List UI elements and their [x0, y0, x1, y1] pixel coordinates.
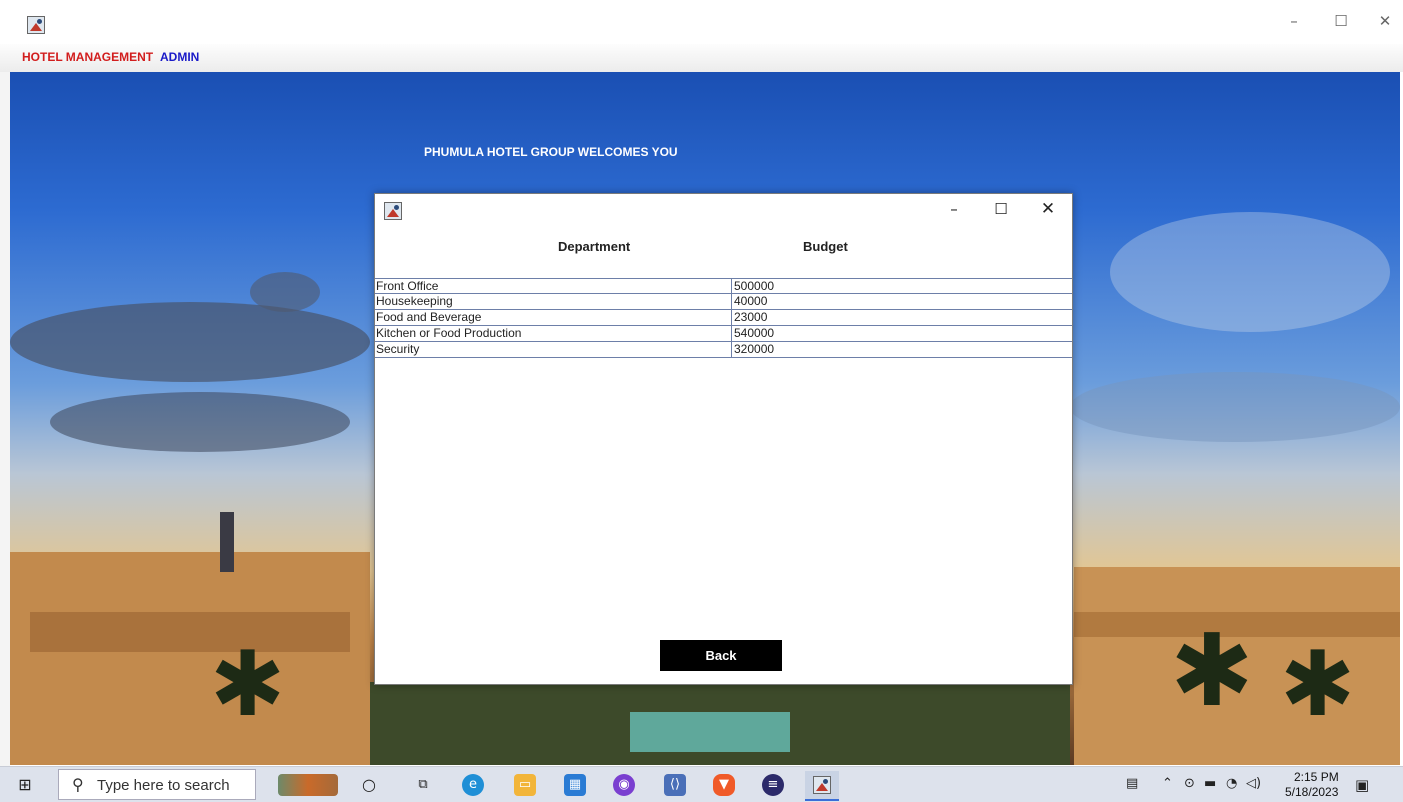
column-header-department[interactable]: Department	[558, 239, 630, 254]
search-placeholder: Type here to search	[97, 777, 230, 794]
dialog-minimize-button[interactable]: –	[939, 198, 969, 220]
cortana-icon[interactable]: ○	[358, 774, 380, 796]
github-icon[interactable]: ◉	[613, 774, 635, 796]
window-left-edge	[0, 0, 10, 770]
table-row[interactable]: Food and Beverage 23000	[375, 310, 1072, 326]
department-cell[interactable]: Food and Beverage	[376, 310, 731, 326]
back-button[interactable]: Back	[660, 640, 782, 671]
windows-taskbar: ⊞ ⚲ Type here to search ○ ⧉ e ▭ ▦ ◉ ⟨⟩ ▼…	[0, 766, 1403, 802]
table-row[interactable]: Security 320000	[375, 342, 1072, 358]
dialog-maximize-button[interactable]: ☐	[986, 198, 1016, 220]
eclipse-icon[interactable]: ≡	[762, 774, 784, 796]
java-app-icon	[813, 776, 831, 794]
wifi-icon[interactable]: ◔	[1226, 776, 1237, 791]
table-row[interactable]: Front Office 500000	[375, 278, 1074, 295]
main-window-titlebar[interactable]: – ☐ ✕	[0, 0, 1403, 44]
edge-icon[interactable]: e	[462, 774, 484, 796]
budget-cell[interactable]: 500000	[731, 279, 1074, 295]
file-explorer-icon[interactable]: ▭	[514, 774, 536, 796]
maximize-button[interactable]: ☐	[1326, 10, 1356, 32]
vscode-icon[interactable]: ⟨⟩	[664, 774, 686, 796]
welcome-banner: PHUMULA HOTEL GROUP WELCOMES YOU	[424, 145, 678, 159]
volume-icon[interactable]: ◁)	[1246, 776, 1261, 791]
taskbar-search-box[interactable]: ⚲ Type here to search	[58, 769, 256, 800]
search-icon: ⚲	[72, 775, 84, 794]
search-highlight-icon[interactable]	[278, 774, 338, 796]
table-row[interactable]: Housekeeping 40000	[375, 294, 1072, 310]
table-row[interactable]: Kitchen or Food Production 540000	[375, 326, 1072, 342]
microsoft-store-icon[interactable]: ▦	[564, 774, 586, 796]
department-cell[interactable]: Security	[376, 342, 731, 358]
news-widget-icon[interactable]: ▤	[1126, 776, 1138, 791]
java-app-icon	[27, 16, 45, 34]
task-view-icon[interactable]: ⧉	[412, 774, 434, 796]
budget-cell[interactable]: 40000	[731, 294, 1074, 310]
chevron-up-icon[interactable]: ⌃	[1162, 776, 1173, 791]
menu-bar	[0, 44, 1403, 72]
close-button[interactable]: ✕	[1370, 10, 1400, 32]
department-cell[interactable]: Front Office	[376, 279, 731, 295]
dialog-close-button[interactable]: ✕	[1033, 198, 1063, 220]
budget-cell[interactable]: 23000	[731, 310, 1074, 326]
menu-hotel-management[interactable]: HOTEL MANAGEMENT	[22, 50, 153, 64]
clock-date[interactable]: 5/18/2023	[1285, 785, 1338, 799]
budget-cell[interactable]: 320000	[731, 342, 1074, 358]
meet-icon[interactable]: ⊙	[1184, 776, 1195, 791]
column-header-budget[interactable]: Budget	[803, 239, 848, 254]
java-app-taskbar-icon[interactable]	[805, 771, 839, 801]
budget-table: Front Office 500000 Housekeeping 40000 F…	[375, 278, 1072, 358]
department-cell[interactable]: Housekeeping	[376, 294, 731, 310]
battery-icon[interactable]: ▬	[1204, 776, 1216, 791]
budget-cell[interactable]: 540000	[731, 326, 1074, 342]
brave-icon[interactable]: ▼	[713, 774, 735, 796]
windows-start-icon[interactable]: ⊞	[14, 774, 36, 796]
menu-admin[interactable]: ADMIN	[160, 50, 199, 64]
department-cell[interactable]: Kitchen or Food Production	[376, 326, 731, 342]
minimize-button[interactable]: –	[1279, 10, 1309, 32]
java-app-icon	[384, 202, 402, 220]
notification-icon[interactable]: ▣	[1355, 776, 1369, 794]
department-budget-dialog: – ☐ ✕ Department Budget Front Office 500…	[374, 193, 1073, 685]
clock-time[interactable]: 2:15 PM	[1294, 770, 1339, 784]
